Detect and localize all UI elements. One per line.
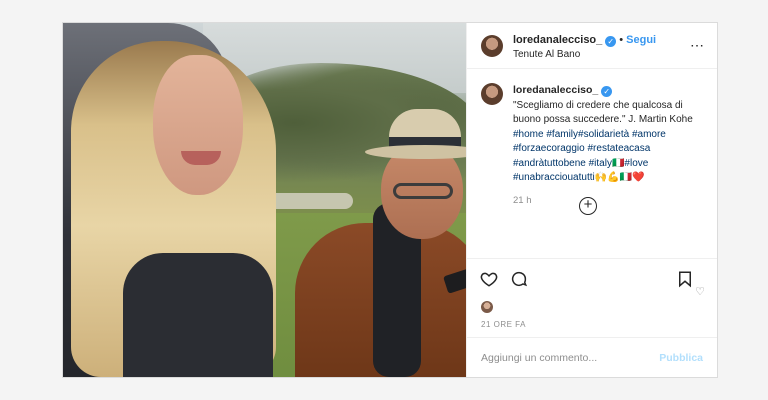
woman-face [153,55,243,195]
photo-stones [263,193,353,209]
bookmark-icon[interactable] [675,269,695,289]
verified-badge-icon: ✓ [605,36,617,48]
woman-coat [123,253,273,377]
like-icon[interactable] [479,269,499,289]
publish-button[interactable]: Pubblica [659,352,703,364]
separator-dot: • [619,34,624,47]
action-bar [467,258,717,298]
caption-hashtags[interactable]: #home #family#solidarietà #amore #forzae… [513,128,703,186]
caption-verified-icon: ✓ [601,86,613,97]
post-timestamp[interactable]: 21 ORE FA [467,316,717,337]
caption-avatar[interactable] [481,83,503,105]
likes-row [467,298,717,316]
post-header: loredanalecciso_ ✓ • Segui Tenute Al Bano ⋯ [467,23,717,69]
post-photo[interactable] [63,23,466,377]
post-location[interactable]: Tenute Al Bano [513,49,656,62]
caption-username[interactable]: loredanalecciso_ [513,84,598,96]
post-side-panel: loredanalecciso_ ✓ • Segui Tenute Al Bano ⋯… [466,23,717,377]
comment-input[interactable] [481,351,660,364]
header-text: loredanalecciso_ ✓ • Segui Tenute Al Bano [513,29,656,62]
author-avatar[interactable] [481,34,503,57]
caption-area: loredanalecciso_ ✓ "Scegliamo di credere … [467,69,717,298]
comment-box: Pubblica [467,337,717,377]
more-options-icon[interactable]: ⋯ [690,37,705,54]
follow-button[interactable]: Segui [626,34,656,46]
man-hat [365,109,466,165]
caption-row: loredanalecciso_ ✓ "Scegliamo di credere … [481,83,703,207]
comment-icon[interactable] [509,269,529,289]
instagram-post: loredanalecciso_ ✓ • Segui Tenute Al Bano ⋯… [62,22,718,378]
liker-avatar[interactable] [481,301,493,313]
load-more-comments-icon[interactable]: + [579,197,597,215]
hat-brim [365,145,466,159]
man-glasses [393,183,453,199]
caption-text: "Scegliamo di credere che qualcosa di bu… [513,99,693,126]
caption-time: 21 h [513,194,532,206]
author-username[interactable]: loredanalecciso_ [513,34,602,46]
caption-body: loredanalecciso_ ✓ "Scegliamo di credere … [513,83,703,207]
